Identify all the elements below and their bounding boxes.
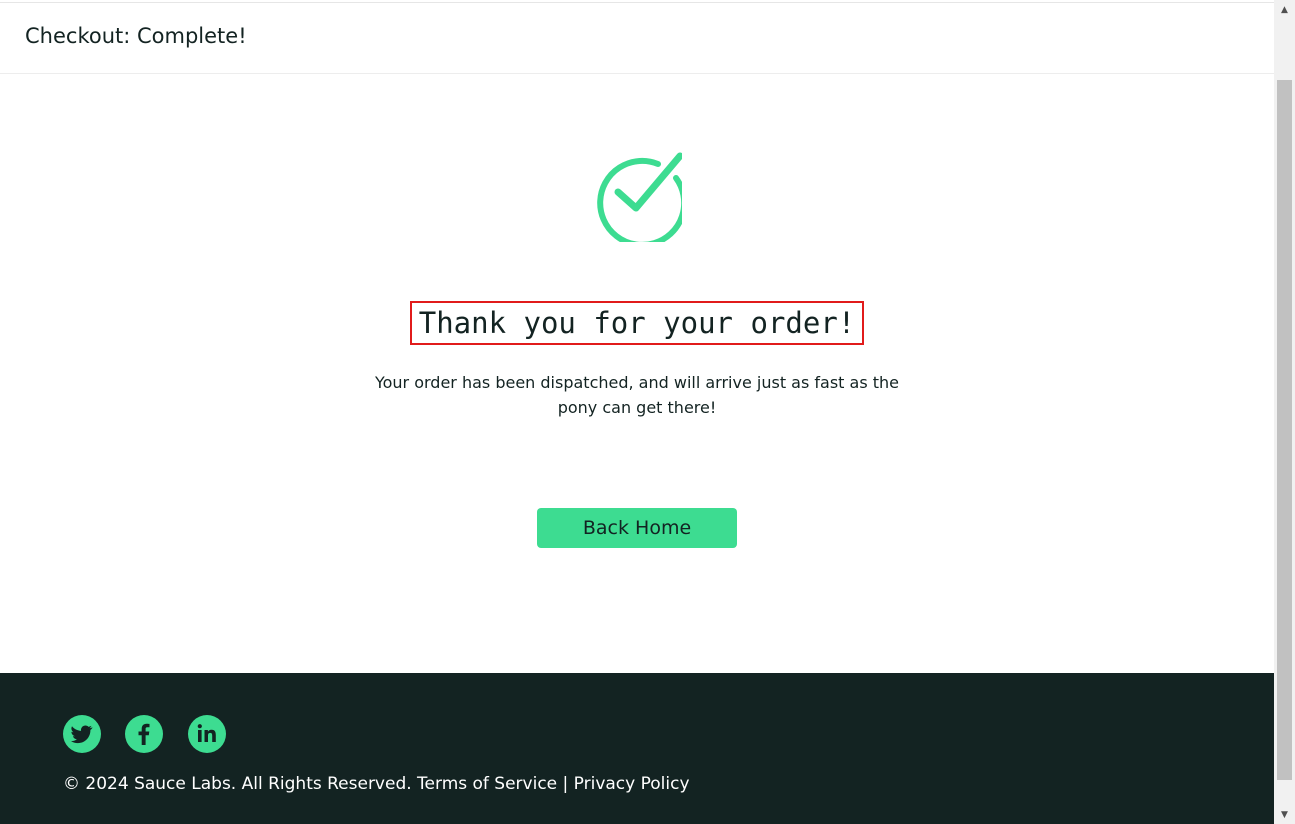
scroll-up-arrow-icon[interactable]: ▲ [1274,2,1295,19]
page-title: Checkout: Complete! [25,24,247,48]
back-home-button[interactable]: Back Home [537,508,737,548]
thank-you-heading: Thank you for your order! [410,301,864,345]
linkedin-icon[interactable] [188,715,226,753]
footer: © 2024 Sauce Labs. All Rights Reserved. … [0,673,1274,824]
scrollbar[interactable]: ▲ ▼ [1274,0,1295,824]
scroll-down-arrow-icon[interactable]: ▼ [1274,807,1295,824]
copyright-text: © 2024 Sauce Labs. All Rights Reserved. … [63,774,690,794]
checkmark-circle-icon [597,152,682,242]
order-dispatched-message: Your order has been dispatched, and will… [374,373,900,417]
facebook-icon[interactable] [125,715,163,753]
header: Checkout: Complete! [0,3,1274,74]
twitter-icon[interactable] [63,715,101,753]
page: Checkout: Complete! Thank you for your o… [0,0,1274,824]
scrollbar-thumb[interactable] [1277,80,1292,780]
